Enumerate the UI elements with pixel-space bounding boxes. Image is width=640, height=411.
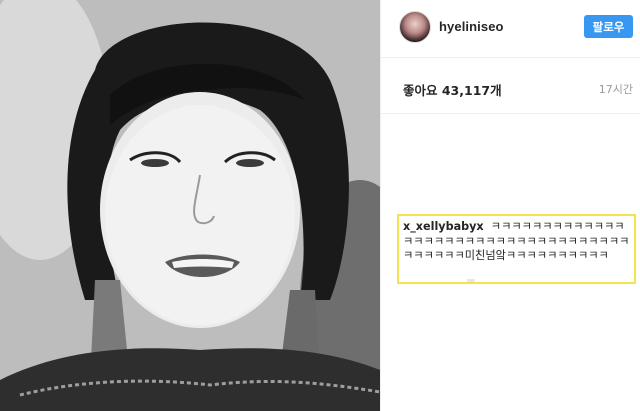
highlighted-comment: x_xellybabyx ㅋㅋㅋㅋㅋㅋㅋㅋㅋㅋㅋㅋㅋㅋㅋㅋㅋㅋㅋㅋㅋㅋㅋㅋㅋㅋㅋ… bbox=[397, 214, 636, 284]
avatar[interactable] bbox=[399, 11, 431, 43]
instagram-post-view: hyeliniseo 팔로우 좋아요 43,117개 17시간 x_xellyb… bbox=[0, 0, 640, 411]
post-time[interactable]: 17시간 bbox=[599, 81, 633, 97]
post-header: hyeliniseo 팔로우 bbox=[381, 0, 640, 58]
comment-scroll-indicator bbox=[467, 279, 475, 282]
post-stats: 좋아요 43,117개 17시간 bbox=[381, 58, 640, 114]
likes-count[interactable]: 좋아요 43,117개 bbox=[403, 80, 502, 99]
portrait-illustration bbox=[0, 0, 380, 411]
post-details-panel: hyeliniseo 팔로우 좋아요 43,117개 17시간 bbox=[380, 0, 640, 411]
post-photo[interactable] bbox=[0, 0, 380, 411]
follow-button[interactable]: 팔로우 bbox=[584, 15, 633, 38]
username-link[interactable]: hyeliniseo bbox=[439, 19, 504, 34]
comment-username[interactable]: x_xellybabyx bbox=[403, 220, 484, 233]
